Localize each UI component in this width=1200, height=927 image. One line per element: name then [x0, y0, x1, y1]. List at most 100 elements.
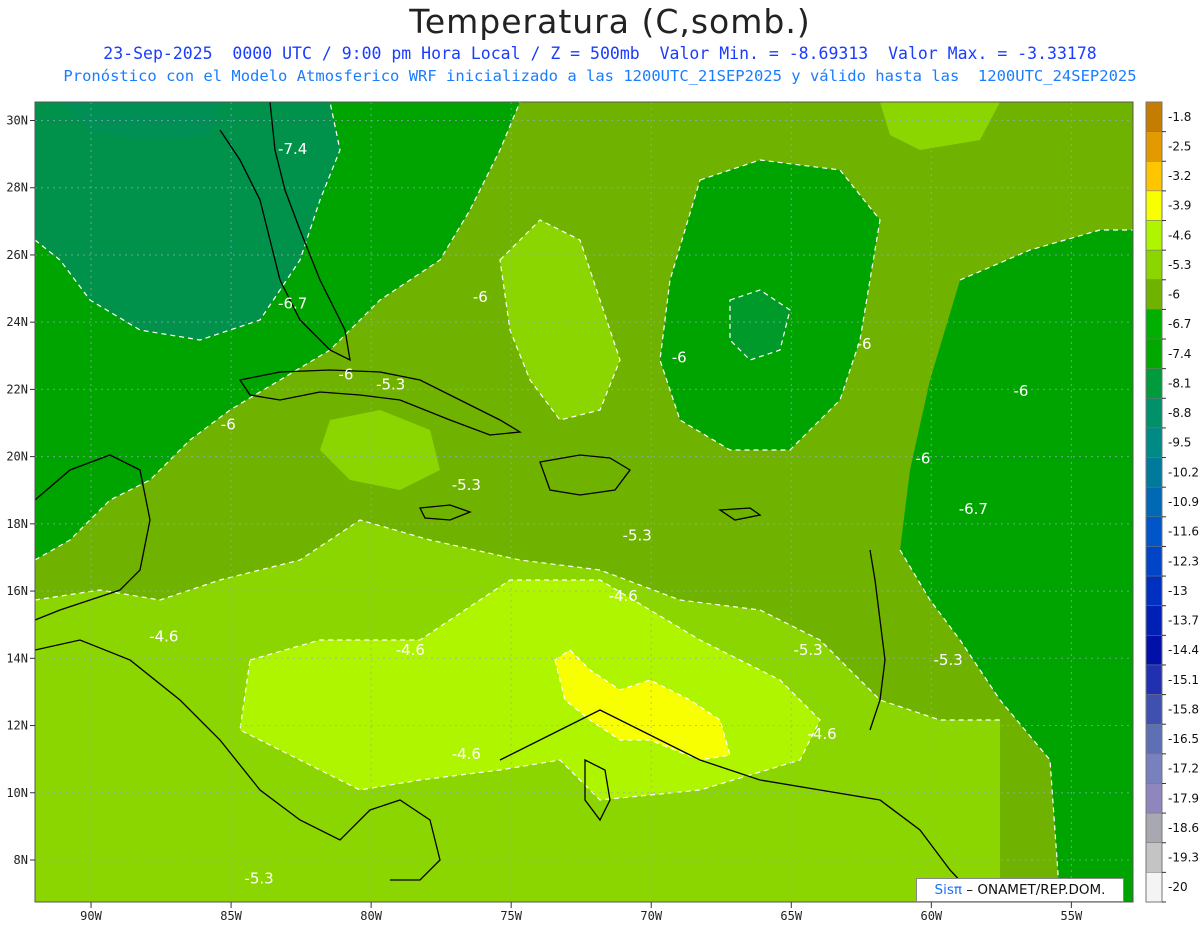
contour-label: -5.3	[244, 870, 273, 888]
credit-logo: Sisπ	[934, 882, 962, 898]
contour-label: -5.3	[376, 375, 405, 393]
colorbar-swatch	[1145, 516, 1163, 547]
lat-label: 22N	[6, 382, 28, 396]
contour-label: -6.7	[959, 500, 988, 518]
colorbar-label: -10.2	[1168, 465, 1199, 479]
contour-label: -6	[338, 365, 353, 383]
lon-label: 75W	[500, 909, 522, 923]
colorbar-swatch	[1145, 368, 1163, 399]
colorbar-swatch	[1145, 783, 1163, 814]
contour-label: -7.4	[278, 140, 307, 158]
colorbar-swatch	[1145, 605, 1163, 636]
lat-label: 8N	[14, 853, 28, 867]
contour-label: -6	[915, 449, 930, 467]
colorbar-swatch	[1145, 842, 1163, 873]
colorbar-label: -7.4	[1168, 347, 1191, 361]
lat-label: 16N	[6, 584, 28, 598]
colorbar-label: -6	[1168, 288, 1180, 302]
colorbar-label: -6.7	[1168, 317, 1191, 331]
lat-label: 28N	[6, 181, 28, 195]
colorbar-label: -1.8	[1168, 110, 1191, 124]
colorbar-swatch	[1145, 872, 1163, 903]
colorbar-label: -15.1	[1168, 673, 1199, 687]
colorbar-swatch	[1145, 694, 1163, 725]
contour-label: -6.7	[278, 295, 307, 313]
colorbar-swatch	[1145, 161, 1163, 192]
colorbar-label: -10.9	[1168, 495, 1199, 509]
colorbar: -1.8 -2.5 -3.2 -3.9 -4.6 -5.3 -6 -6.7 -7.4 -8.1 -8…	[1145, 101, 1199, 903]
colorbar-swatch	[1145, 279, 1163, 310]
contour-label: -4.6	[807, 725, 836, 743]
colorbar-label: -20	[1168, 880, 1188, 894]
lat-label: 10N	[6, 786, 28, 800]
colorbar-label: -19.3	[1168, 851, 1199, 865]
contour-label: -5.3	[933, 651, 962, 669]
contour-label: -6	[857, 335, 872, 353]
colorbar-label: -13	[1168, 584, 1188, 598]
colorbar-label: -9.5	[1168, 436, 1191, 450]
colorbar-swatch	[1145, 427, 1163, 458]
contour-label: -5.3	[793, 641, 822, 659]
colorbar-label: -3.2	[1168, 169, 1191, 183]
colorbar-swatch	[1145, 309, 1163, 340]
colorbar-swatch	[1145, 635, 1163, 666]
colorbar-swatch	[1145, 249, 1163, 281]
colorbar-swatch	[1145, 753, 1163, 784]
colorbar-swatch	[1145, 457, 1163, 488]
colorbar-label: -16.5	[1168, 732, 1199, 746]
contour-label: -6	[1013, 382, 1028, 400]
credit-box: Sisπ – ONAMET/REP.DOM.	[916, 878, 1124, 902]
colorbar-swatch	[1145, 338, 1163, 369]
colorbar-swatch	[1145, 101, 1163, 132]
colorbar-swatch	[1145, 220, 1163, 251]
lon-label: 80W	[360, 909, 382, 923]
lat-label: 18N	[6, 517, 28, 531]
temperature-map: 90W 85W 80W 75W 70W 65W 60W 55W 30N 28N 26N 24N 22N 2…	[6, 101, 1199, 923]
colorbar-label: -8.1	[1168, 376, 1191, 390]
lat-label: 20N	[6, 450, 28, 464]
lon-label: 85W	[220, 909, 242, 923]
lat-label: 30N	[6, 113, 28, 127]
colorbar-label: -13.7	[1168, 614, 1199, 628]
colorbar-swatch	[1145, 812, 1163, 843]
contour-label: -4.6	[452, 745, 481, 763]
colorbar-label: -5.3	[1168, 258, 1191, 272]
colorbar-label: -15.8	[1168, 702, 1199, 716]
colorbar-label: -3.9	[1168, 199, 1191, 213]
colorbar-label: -2.5	[1168, 139, 1191, 153]
colorbar-swatch	[1145, 486, 1163, 518]
lat-label: 14N	[6, 651, 28, 665]
colorbar-label: -11.6	[1168, 525, 1199, 539]
contour-label: -6	[672, 349, 687, 367]
contour-label: -6	[221, 416, 236, 434]
lon-label: 90W	[80, 909, 102, 923]
colorbar-swatch	[1145, 131, 1163, 162]
contour-label: -6	[473, 288, 488, 306]
contour-label: -4.6	[149, 627, 178, 645]
contour-label: -4.6	[396, 641, 425, 659]
colorbar-swatch	[1145, 575, 1163, 606]
colorbar-label: -12.3	[1168, 554, 1199, 568]
colorbar-label: -4.6	[1168, 228, 1191, 242]
contour-label: -4.6	[609, 587, 638, 605]
lon-label: 60W	[920, 909, 942, 923]
lon-label: 55W	[1061, 909, 1083, 923]
credit-text: – ONAMET/REP.DOM.	[966, 882, 1106, 898]
lon-label: 65W	[780, 909, 802, 923]
colorbar-label: -14.4	[1168, 643, 1199, 657]
colorbar-label: -18.6	[1168, 821, 1199, 835]
lat-label: 26N	[6, 248, 28, 262]
lat-label: 12N	[6, 719, 28, 733]
colorbar-swatch	[1145, 546, 1163, 577]
colorbar-swatch	[1145, 664, 1163, 695]
colorbar-label: -17.2	[1168, 762, 1199, 776]
contour-label: -5.3	[623, 527, 652, 545]
lon-label: 70W	[640, 909, 662, 923]
colorbar-label: -17.9	[1168, 791, 1199, 805]
contour-label: -5.3	[452, 476, 481, 494]
colorbar-label: -8.8	[1168, 406, 1191, 420]
colorbar-swatch	[1145, 723, 1163, 755]
colorbar-swatch	[1145, 190, 1163, 221]
colorbar-swatch	[1145, 398, 1163, 429]
lat-label: 24N	[6, 315, 28, 329]
